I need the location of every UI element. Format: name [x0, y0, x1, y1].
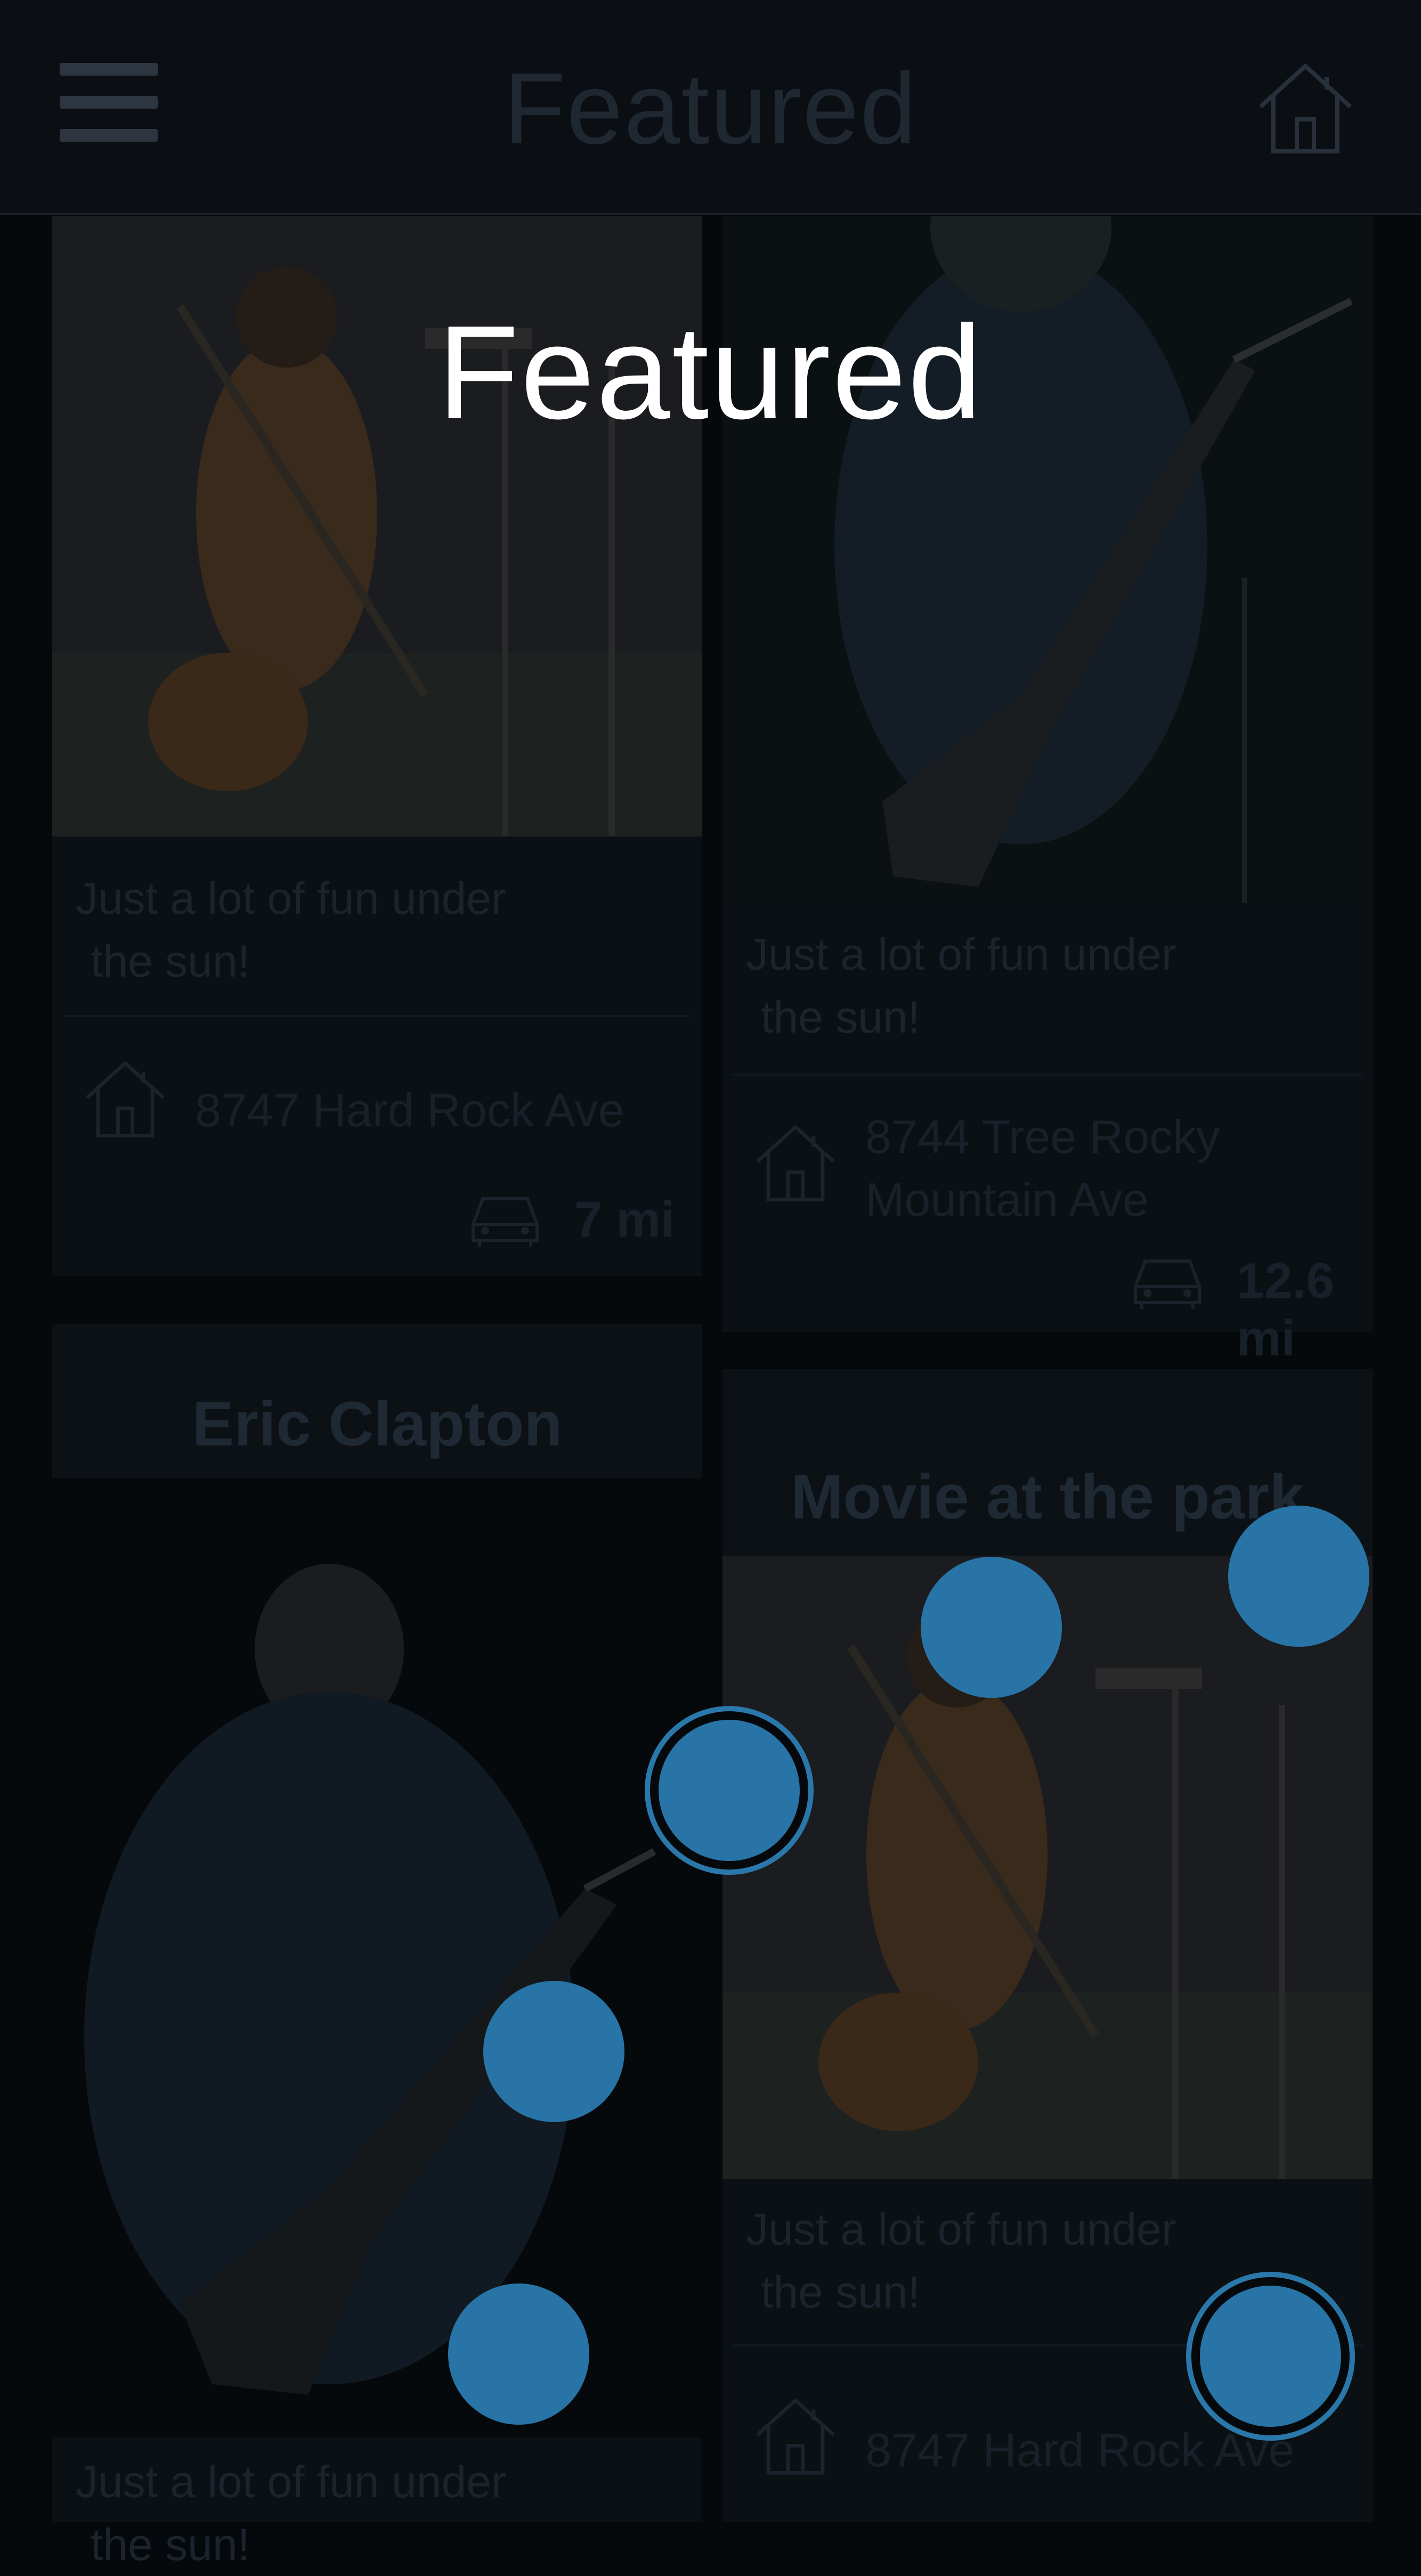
overlay-title: Featured — [437, 298, 984, 446]
tutorial-overlay: Featured — [0, 0, 1421, 2522]
touch-indicator — [1200, 2286, 1341, 2427]
touch-indicator — [659, 1720, 800, 1861]
touch-indicator — [921, 1557, 1062, 1698]
touch-indicator — [448, 2284, 589, 2425]
touch-indicator — [1228, 1506, 1369, 1647]
touch-indicator — [483, 1981, 624, 2122]
